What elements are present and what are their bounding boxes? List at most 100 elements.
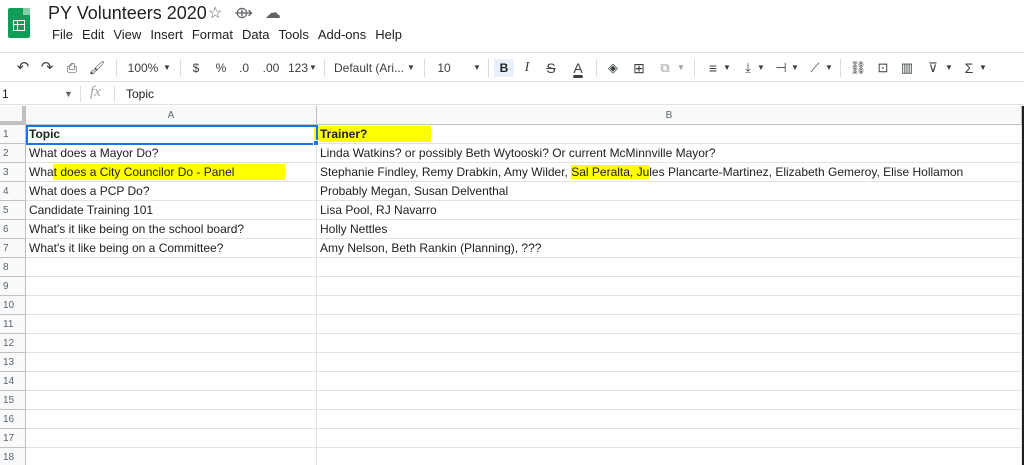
filter-dropdown-icon[interactable]: ▼ xyxy=(944,59,954,77)
cell-b2[interactable]: Linda Watkins? or possibly Beth Wytooski… xyxy=(317,144,1022,163)
name-box[interactable]: 1 xyxy=(0,85,72,103)
cell-b18[interactable] xyxy=(317,448,1022,465)
column-header-a[interactable]: A xyxy=(26,106,317,125)
insert-link-icon[interactable]: ⛓ xyxy=(848,59,868,77)
menu-edit[interactable]: Edit xyxy=(78,27,109,42)
document-title[interactable]: PY Volunteers 2020 xyxy=(48,3,207,24)
column-header-b[interactable]: B xyxy=(317,106,1022,125)
row-header[interactable]: 7 xyxy=(0,239,26,258)
more-formats-button[interactable]: 123 xyxy=(286,59,310,77)
zoom-select[interactable]: 100% xyxy=(126,59,160,77)
cell-a2[interactable]: What does a Mayor Do? xyxy=(26,144,317,163)
menu-view[interactable]: View xyxy=(109,27,146,42)
horizontal-align-icon[interactable]: ≡ xyxy=(704,59,722,77)
row-header[interactable]: 5 xyxy=(0,201,26,220)
star-icon[interactable]: ☆ xyxy=(208,3,222,23)
cell-a13[interactable] xyxy=(26,353,317,372)
row-header[interactable]: 6 xyxy=(0,220,26,239)
menu-data[interactable]: Data xyxy=(238,27,274,42)
cell-a10[interactable] xyxy=(26,296,317,315)
functions-button[interactable]: Σ xyxy=(962,59,976,77)
cell-b12[interactable] xyxy=(317,334,1022,353)
increase-decimals-button[interactable]: .00 xyxy=(260,59,282,77)
cell-a7[interactable]: What's it like being on a Committee? xyxy=(26,239,317,258)
row-header[interactable]: 12 xyxy=(0,334,26,353)
menu-file[interactable]: File xyxy=(48,27,78,42)
row-header[interactable]: 13 xyxy=(0,353,26,372)
text-rotation-icon[interactable]: ⟋ xyxy=(806,59,824,77)
select-all-corner[interactable] xyxy=(0,106,26,125)
cell-b5[interactable]: Lisa Pool, RJ Navarro xyxy=(317,201,1022,220)
undo-icon[interactable]: ↶ xyxy=(14,59,32,77)
cell-a4[interactable]: What does a PCP Do? xyxy=(26,182,317,201)
row-header[interactable]: 8 xyxy=(0,258,26,277)
row-header[interactable]: 9 xyxy=(0,277,26,296)
strikethrough-button[interactable]: S xyxy=(544,59,558,77)
cell-a18[interactable] xyxy=(26,448,317,465)
cell-b3[interactable]: Stephanie Findley, Remy Drabkin, Amy Wil… xyxy=(317,163,1022,182)
menu-insert[interactable]: Insert xyxy=(146,27,188,42)
print-icon[interactable]: ⎙ xyxy=(62,59,82,77)
vertical-align-icon[interactable]: ⤓ xyxy=(740,59,756,77)
paint-format-icon[interactable]: 🖌 xyxy=(88,59,106,77)
fill-color-icon[interactable]: ◈ xyxy=(604,59,622,77)
menu-addons[interactable]: Add-ons xyxy=(314,27,371,42)
horizontal-align-dropdown-icon[interactable]: ▼ xyxy=(722,59,732,77)
cell-a11[interactable] xyxy=(26,315,317,334)
insert-comment-icon[interactable]: ⊡ xyxy=(874,59,892,77)
cell-a8[interactable] xyxy=(26,258,317,277)
italic-button[interactable]: I xyxy=(520,59,534,77)
row-header[interactable]: 10 xyxy=(0,296,26,315)
cell-a12[interactable] xyxy=(26,334,317,353)
row-header[interactable]: 11 xyxy=(0,315,26,334)
row-header[interactable]: 14 xyxy=(0,372,26,391)
text-wrapping-dropdown-icon[interactable]: ▼ xyxy=(790,59,800,77)
cell-b8[interactable] xyxy=(317,258,1022,277)
cell-b11[interactable] xyxy=(317,315,1022,334)
cell-a5[interactable]: Candidate Training 101 xyxy=(26,201,317,220)
row-header[interactable]: 16 xyxy=(0,410,26,429)
more-formats-dropdown-icon[interactable]: ▼ xyxy=(308,59,318,77)
bold-button[interactable]: B xyxy=(494,59,514,77)
font-size-dropdown-icon[interactable]: ▼ xyxy=(472,59,482,77)
cell-b16[interactable] xyxy=(317,410,1022,429)
currency-format-button[interactable]: $ xyxy=(190,59,202,77)
cloud-status-icon[interactable]: ☁ xyxy=(265,3,281,23)
font-select[interactable]: Default (Ari... xyxy=(334,59,406,77)
text-rotation-dropdown-icon[interactable]: ▼ xyxy=(824,59,834,77)
merge-cells-icon[interactable]: ⧉ xyxy=(656,59,674,77)
vertical-align-dropdown-icon[interactable]: ▼ xyxy=(756,59,766,77)
menu-tools[interactable]: Tools xyxy=(274,27,313,42)
cell-a14[interactable] xyxy=(26,372,317,391)
cell-a15[interactable] xyxy=(26,391,317,410)
cell-b10[interactable] xyxy=(317,296,1022,315)
row-header[interactable]: 4 xyxy=(0,182,26,201)
cell-b13[interactable] xyxy=(317,353,1022,372)
formula-input[interactable]: Topic xyxy=(126,87,154,101)
cell-a3[interactable]: What does a City Councilor Do - Panel xyxy=(26,163,317,182)
cell-b7[interactable]: Amy Nelson, Beth Rankin (Planning), ??? xyxy=(317,239,1022,258)
row-header[interactable]: 15 xyxy=(0,391,26,410)
cell-b15[interactable] xyxy=(317,391,1022,410)
row-header[interactable]: 1 xyxy=(0,125,26,144)
menu-format[interactable]: Format xyxy=(188,27,238,42)
cell-b17[interactable] xyxy=(317,429,1022,448)
spreadsheet-grid[interactable]: A B 1 Topic Trainer? 2 What does a Mayor Do?… xyxy=(0,106,1024,465)
row-header[interactable]: 2 xyxy=(0,144,26,163)
merge-dropdown-icon[interactable]: ▼ xyxy=(676,59,686,77)
decrease-decimals-button[interactable]: .0 xyxy=(236,59,252,77)
row-header[interactable]: 17 xyxy=(0,429,26,448)
move-to-folder-icon[interactable]: ⟴ xyxy=(234,3,253,23)
text-color-button[interactable]: A xyxy=(570,59,586,77)
percent-format-button[interactable]: % xyxy=(214,59,228,77)
borders-icon[interactable]: ⊞ xyxy=(630,59,648,77)
font-size-select[interactable]: 10 xyxy=(434,59,454,77)
name-box-dropdown-icon[interactable]: ▼ xyxy=(64,85,73,103)
row-header[interactable]: 18 xyxy=(0,448,26,465)
fill-handle[interactable] xyxy=(313,140,319,146)
cell-b1[interactable]: Trainer? xyxy=(317,125,1022,144)
cell-a9[interactable] xyxy=(26,277,317,296)
functions-dropdown-icon[interactable]: ▼ xyxy=(978,59,988,77)
menu-help[interactable]: Help xyxy=(371,27,407,42)
cell-b9[interactable] xyxy=(317,277,1022,296)
